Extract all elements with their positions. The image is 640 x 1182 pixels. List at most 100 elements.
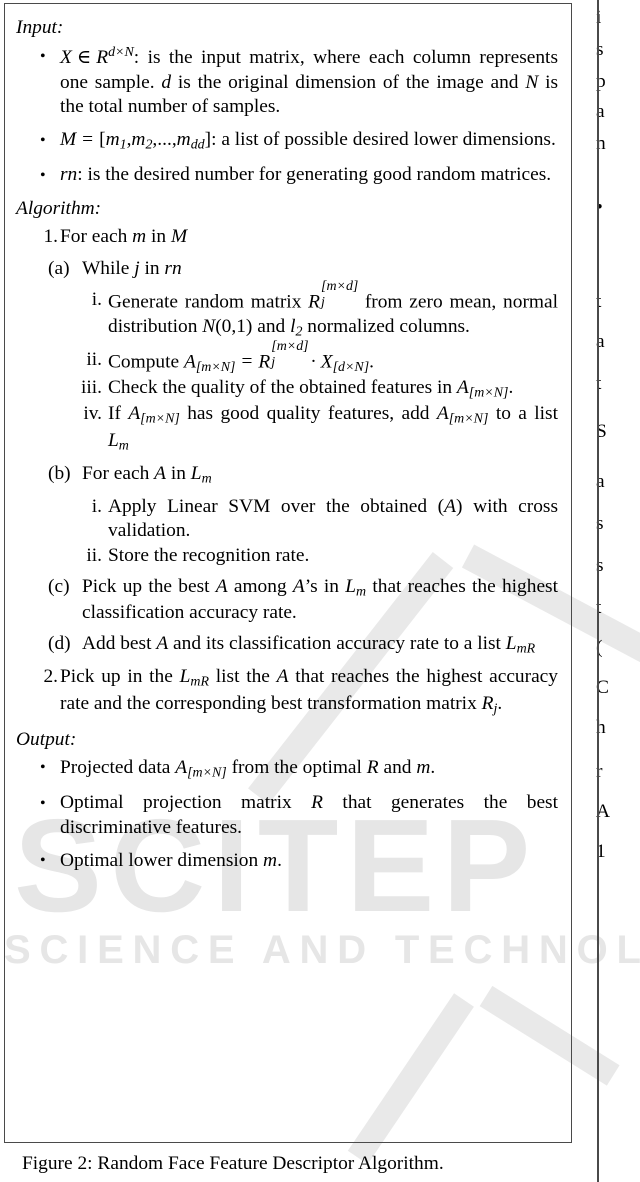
math-symbol-A: A <box>175 757 188 779</box>
adjacent-column-fragment: i s p a n • t a t S a s s t ( C h r A 1 <box>596 0 640 1182</box>
algorithm-figure-box: Input: • X ∈ Rd×N: is the input matrix, wh… <box>4 3 572 1143</box>
math-symbol-m: m <box>416 757 431 779</box>
list-marker: (c) <box>48 575 70 597</box>
math-symbol-A: A <box>444 495 456 517</box>
math-subscript: mR <box>190 675 210 691</box>
list-item: ii. Store the recognition rate. <box>16 544 558 568</box>
math-dot-operator: · <box>310 351 317 373</box>
item-text: Optimal lower dimension <box>60 849 264 871</box>
math-symbol-L: L <box>345 575 357 597</box>
math-symbol-M: M <box>60 129 77 151</box>
list-item: • Projected data A[m×N] from the optimal… <box>16 756 558 782</box>
list-item: iii. Check the quality of the obtained f… <box>16 376 558 402</box>
math-symbol-A: A <box>183 351 196 373</box>
math-symbol-X: X <box>320 351 333 373</box>
math-separator: ,..., <box>152 129 177 151</box>
item-text: among <box>227 575 293 597</box>
math-subscript: [m×N] <box>448 412 489 428</box>
item-text: Store the recognition rate. <box>108 544 310 566</box>
math-symbol-M: M <box>170 226 188 248</box>
list-item: 2. Pick up in the LmR list the A that re… <box>16 665 558 717</box>
math-symbol-rn: rn <box>60 164 78 186</box>
output-section-heading: Output: <box>16 728 77 750</box>
input-list: • X ∈ Rd×N: is the input matrix, where eac… <box>16 44 558 187</box>
math-equals: = <box>82 129 94 151</box>
item-text: from the optimal <box>226 757 367 779</box>
item-text: list the <box>209 666 277 688</box>
math-arguments: (0,1) <box>215 315 253 337</box>
item-text: has good quality features, add <box>179 403 437 425</box>
math-symbol-R: R <box>308 291 321 313</box>
math-symbol-R: R <box>258 351 271 373</box>
math-symbol-R: R <box>481 692 494 714</box>
sliver-glyph: s <box>596 555 604 576</box>
list-marker: i. <box>91 288 102 310</box>
item-text: to a list <box>488 403 558 425</box>
math-symbol-d: d <box>161 71 172 93</box>
list-item: • X ∈ Rd×N: is the input matrix, where eac… <box>16 44 558 119</box>
math-subscript: mR <box>516 641 536 657</box>
math-symbol-A: A <box>154 462 167 484</box>
math-subscript: m <box>201 471 212 487</box>
list-marker: (d) <box>48 633 71 655</box>
math-symbol-A: A <box>436 403 449 425</box>
sliver-glyph: r <box>596 761 603 782</box>
output-list: • Projected data A[m×N] from the optimal… <box>16 756 558 873</box>
sliver-glyph: s <box>596 39 604 60</box>
bullet-icon: • <box>40 131 46 149</box>
math-symbol-A: A <box>156 633 169 655</box>
list-marker: i. <box>91 495 102 517</box>
sliver-glyph: h <box>596 717 606 738</box>
bullet-icon: • <box>40 852 46 870</box>
math-subscript: [d×N] <box>332 359 370 375</box>
math-symbol-m: m <box>263 849 278 871</box>
item-text: and <box>252 315 291 337</box>
list-item: (d) Add best A and its classification ac… <box>16 632 558 658</box>
sliver-glyph: S <box>596 421 607 442</box>
figure-caption: Figure 2: Random Face Feature Descriptor… <box>22 1153 444 1174</box>
math-symbol-N: N <box>525 71 539 93</box>
math-subscript: m <box>356 584 367 600</box>
sliver-glyph: t <box>596 291 602 312</box>
math-symbol-L: L <box>179 666 191 688</box>
list-item: • Optimal projection matrix R that gener… <box>16 791 558 840</box>
math-superscript: [m×d] <box>321 278 359 294</box>
list-marker: 1. <box>43 226 58 248</box>
column-rule-divider <box>597 0 599 1182</box>
list-item: i. Apply Linear SVM over the obtained (A… <box>16 495 558 544</box>
item-text: and <box>378 757 417 779</box>
sliver-glyph: a <box>596 471 605 492</box>
sliver-glyph: a <box>596 331 605 352</box>
list-item: (a) While j in rn <box>16 257 558 281</box>
input-section-heading: Input: <box>16 17 64 38</box>
sliver-glyph: i <box>596 7 602 28</box>
item-text: and its classification accuracy rate to … <box>168 633 506 655</box>
sliver-glyph: C <box>596 677 609 698</box>
list-marker: iv. <box>83 403 102 425</box>
math-symbol-A: A <box>276 666 289 688</box>
algorithm-section-heading: Algorithm: <box>16 197 102 219</box>
list-item: (b) For each A in Lm <box>16 462 558 488</box>
sliver-glyph: s <box>596 513 604 534</box>
item-text: . <box>497 692 503 714</box>
item-text: is the original dimension of the image a… <box>171 71 526 93</box>
sliver-glyph: • <box>596 197 603 218</box>
math-superscript: [m×d] <box>271 338 309 354</box>
math-subscript: [m×N] <box>187 765 227 781</box>
item-text: Optimal projection matrix <box>60 792 312 814</box>
list-marker: (b) <box>48 462 71 484</box>
math-subscript: dd <box>190 137 205 153</box>
item-text: For each <box>82 462 155 484</box>
item-text: . <box>508 377 514 399</box>
sliver-glyph: n <box>596 133 606 154</box>
math-symbol-m2: m <box>131 129 146 151</box>
item-text: ’s in <box>304 575 346 597</box>
math-symbol-R: R <box>96 47 109 69</box>
item-text: While <box>82 257 135 279</box>
math-subscript: [m×N] <box>140 412 180 428</box>
item-text: Projected data <box>60 757 176 779</box>
list-marker: iii. <box>80 377 102 399</box>
list-marker: 2. <box>43 666 58 688</box>
list-item: 1. For each m in M <box>16 225 558 249</box>
math-subscript: j <box>271 354 276 370</box>
